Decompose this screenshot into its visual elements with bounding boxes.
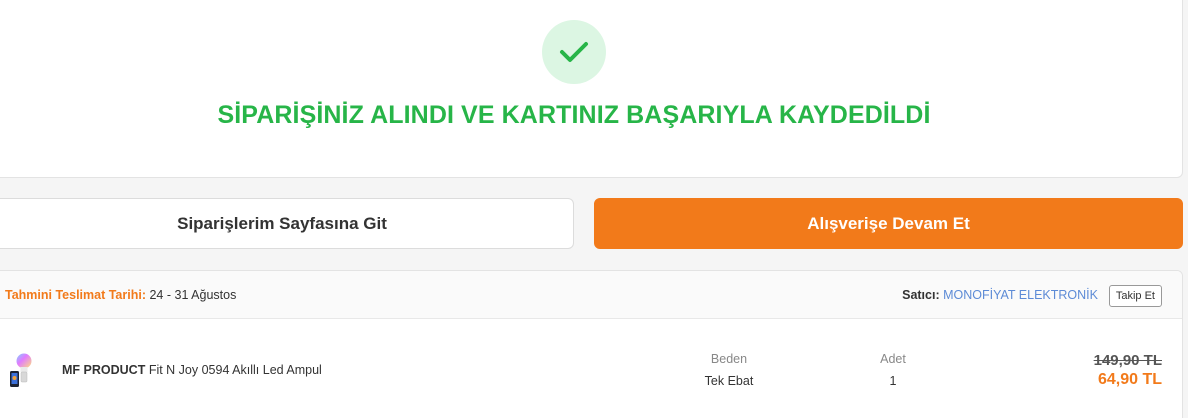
quantity-header: Adet (880, 352, 906, 366)
seller-label: Satıcı: (902, 288, 940, 302)
product-image[interactable] (9, 352, 33, 392)
estimated-delivery: Tahmini Teslimat Tarihi: 24 - 31 Ağustos (5, 288, 236, 302)
delivery-label: Tahmini Teslimat Tarihi: (5, 288, 146, 302)
continue-shopping-button[interactable]: Alışverişe Devam Et (594, 198, 1183, 249)
product-name: Fit N Joy 0594 Akıllı Led Ampul (148, 363, 322, 377)
size-header: Beden (710, 352, 748, 366)
order-success-card: SİPARİŞİNİZ ALINDI VE KARTINIZ BAŞARIYLA… (0, 0, 1183, 178)
seller-name-link[interactable]: MONOFİYAT ELEKTRONİK (943, 288, 1098, 302)
check-icon (560, 42, 588, 62)
go-to-orders-button[interactable]: Siparişlerim Sayfasına Git (0, 198, 574, 249)
quantity-column: Adet 1 (865, 352, 921, 388)
product-title[interactable]: MF PRODUCT Fit N Joy 0594 Akıllı Led Amp… (62, 363, 322, 377)
product-brand: MF PRODUCT (62, 363, 146, 377)
success-title: SİPARİŞİNİZ ALINDI VE KARTINIZ BAŞARIYLA… (217, 101, 931, 129)
discounted-price: 64,90 TL (1097, 371, 1162, 388)
success-badge (542, 20, 606, 84)
seller-info: Satıcı: MONOFİYAT ELEKTRONİK (902, 288, 1098, 302)
follow-seller-button[interactable]: Takip Et (1108, 285, 1162, 307)
delivery-date: 24 - 31 Ağustos (149, 288, 237, 302)
size-column: Beden Tek Ebat (691, 352, 767, 388)
quantity-value: 1 (889, 374, 897, 388)
old-price: 149,90 TL (1093, 352, 1162, 369)
order-item-card: Tahmini Teslimat Tarihi: 24 - 31 Ağustos… (0, 270, 1183, 418)
order-header: Tahmini Teslimat Tarihi: 24 - 31 Ağustos… (0, 271, 1182, 319)
price-block: 149,90 TL 64,90 TL (1094, 352, 1162, 389)
smart-bulb-icon (10, 353, 32, 387)
size-value: Tek Ebat (704, 374, 754, 388)
